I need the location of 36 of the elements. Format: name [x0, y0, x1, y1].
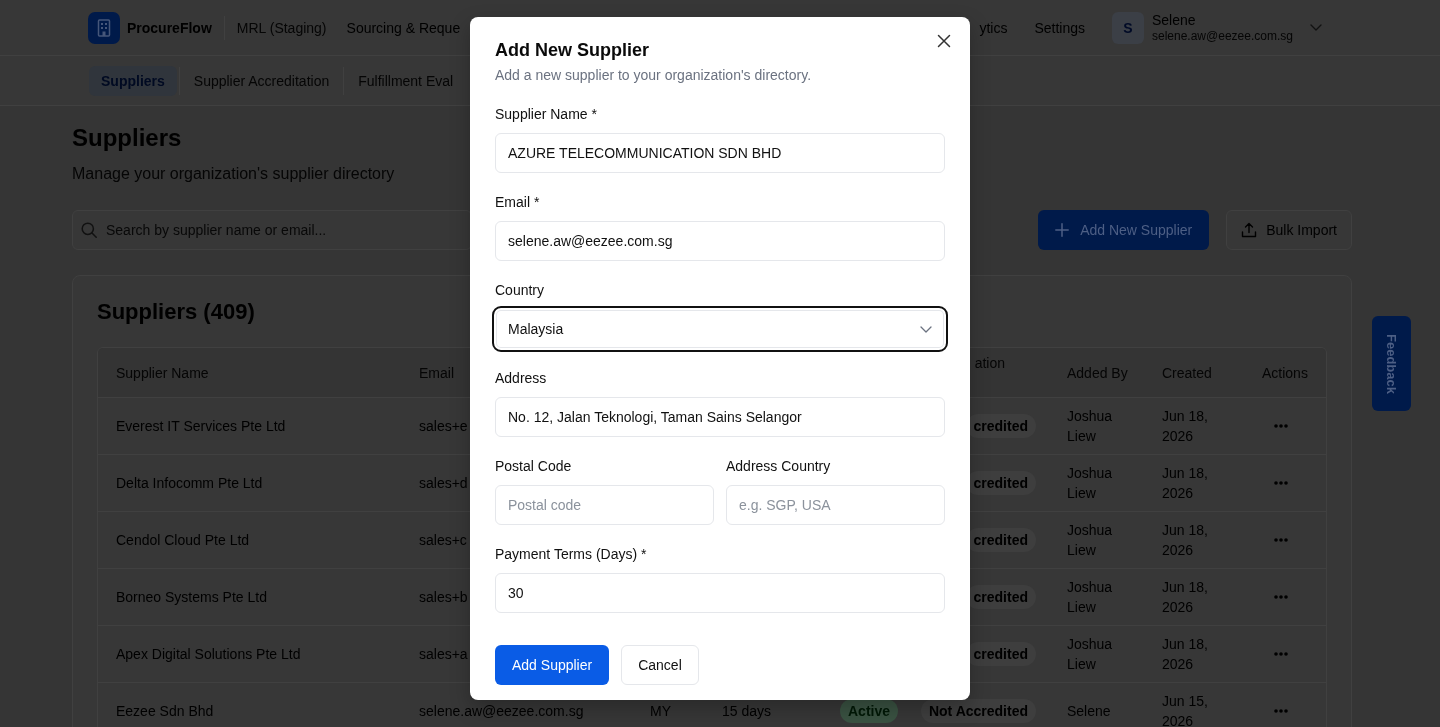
chevron-down-icon — [920, 325, 932, 333]
chevron-down-icon[interactable] — [1310, 24, 1322, 31]
more-icon[interactable] — [1274, 652, 1288, 656]
more-icon[interactable] — [1274, 709, 1288, 713]
field-label: Email * — [495, 193, 541, 212]
accreditation-badge: Not Accredited — [920, 699, 1036, 723]
more-icon[interactable] — [1274, 424, 1288, 428]
building-icon[interactable] — [88, 11, 120, 44]
field-label: Payment Terms (Days) * — [495, 545, 648, 564]
input-field[interactable]: Postal code — [495, 485, 714, 525]
input-field[interactable]: AZURE TELECOMMUNICATION SDN BHD — [495, 133, 945, 173]
close-icon[interactable] — [937, 34, 951, 48]
status-badge: Active — [840, 699, 899, 723]
field-label: Postal Code — [495, 457, 573, 476]
input-field[interactable]: selene.aw@eezee.com.sg — [495, 221, 945, 261]
plus-icon — [1055, 223, 1070, 237]
field-label: Supplier Name * — [495, 105, 598, 124]
input-field[interactable]: e.g. SGP, USA — [726, 485, 945, 525]
field-label: Address Country — [726, 457, 832, 476]
field-label: Country — [495, 281, 546, 300]
cancel-button[interactable]: Cancel — [621, 645, 699, 685]
upload-icon — [1241, 222, 1258, 238]
user-avatar[interactable]: S — [1112, 11, 1144, 44]
add-supplier-button[interactable]: Add New Supplier — [1038, 210, 1210, 250]
feedback-tab[interactable]: Feedback — [1372, 316, 1411, 411]
more-icon[interactable] — [1274, 538, 1288, 542]
input-field[interactable]: No. 12, Jalan Teknologi, Taman Sains Selangor — [495, 397, 945, 437]
field-label: Address — [495, 369, 548, 388]
dialog-title: Add New Supplier — [495, 39, 650, 62]
submit-button[interactable]: Add Supplier — [495, 645, 610, 685]
input-field[interactable]: 30 — [495, 573, 945, 613]
more-icon[interactable] — [1274, 481, 1288, 485]
search-icon — [81, 222, 97, 238]
select-field[interactable]: Malaysia — [492, 306, 948, 352]
more-icon[interactable] — [1274, 595, 1288, 599]
dialog-subtitle: Add a new supplier to your organization's directory. — [495, 66, 813, 85]
